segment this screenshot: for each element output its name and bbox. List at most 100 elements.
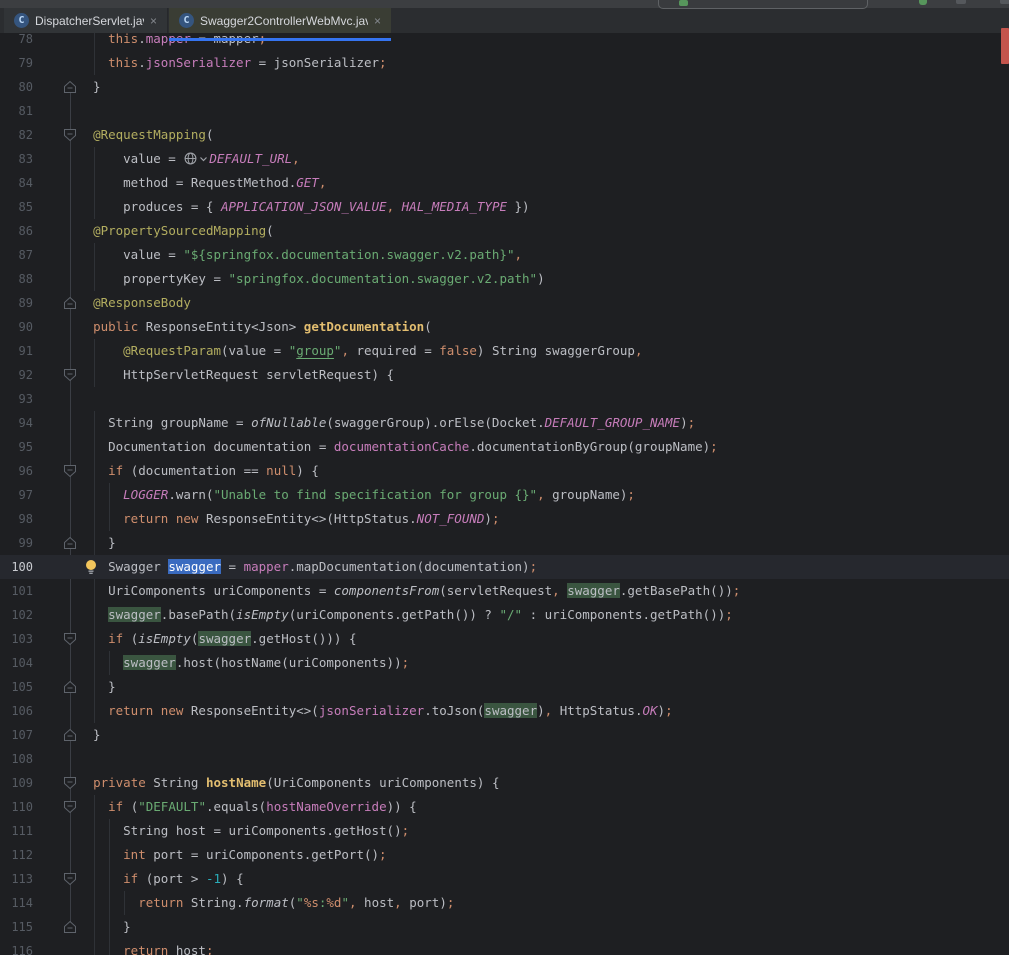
code-text: int port = uriComponents.getPort(); — [0, 843, 387, 867]
code-line[interactable]: 96 if (documentation == null) { — [0, 459, 1009, 483]
code-line[interactable]: 89 @ResponseBody — [0, 291, 1009, 315]
code-text: swagger.host(hostName(uriComponents)); — [0, 651, 409, 675]
code-rows: 78 this.mapper = mapper;79 this.jsonSeri… — [0, 33, 1009, 955]
code-line[interactable]: 110 if ("DEFAULT".equals(hostNameOverrid… — [0, 795, 1009, 819]
status-dot-icon — [919, 0, 927, 5]
code-line[interactable]: 105 } — [0, 675, 1009, 699]
code-text — [0, 387, 78, 411]
code-text: method = RequestMethod.GET, — [0, 171, 326, 195]
class-icon: C — [14, 13, 29, 28]
code-line[interactable]: 95 Documentation documentation = documen… — [0, 435, 1009, 459]
code-text: HttpServletRequest servletRequest) { — [0, 363, 394, 387]
code-text: if (isEmpty(swagger.getHost())) { — [0, 627, 357, 651]
code-line[interactable]: 98 return new ResponseEntity<>(HttpStatu… — [0, 507, 1009, 531]
ide-window: { "toolbar": { "run_box_value": "", "sta… — [0, 0, 1009, 955]
close-icon[interactable]: × — [150, 15, 157, 27]
code-line[interactable]: 101 UriComponents uriComponents = compon… — [0, 579, 1009, 603]
code-text: } — [0, 675, 116, 699]
close-icon[interactable]: × — [374, 15, 381, 27]
code-line[interactable]: 109 private String hostName(UriComponent… — [0, 771, 1009, 795]
code-text: if ("DEFAULT".equals(hostNameOverride)) … — [0, 795, 417, 819]
code-line[interactable]: 97 LOGGER.warn("Unable to find specifica… — [0, 483, 1009, 507]
chevron-down-icon[interactable] — [199, 152, 208, 165]
code-text: Documentation documentation = documentat… — [0, 435, 718, 459]
code-line[interactable]: 79 this.jsonSerializer = jsonSerializer; — [0, 51, 1009, 75]
code-text: String groupName = ofNullable(swaggerGro… — [0, 411, 695, 435]
code-text: UriComponents uriComponents = components… — [0, 579, 740, 603]
code-line[interactable]: 107 } — [0, 723, 1009, 747]
code-text: } — [0, 531, 116, 555]
code-text: produces = { APPLICATION_JSON_VALUE, HAL… — [0, 195, 530, 219]
code-text: propertyKey = "springfox.documentation.s… — [0, 267, 545, 291]
code-line[interactable]: 111 String host = uriComponents.getHost(… — [0, 819, 1009, 843]
code-line[interactable]: 83 value = DEFAULT_URL, — [0, 147, 1009, 171]
code-text — [0, 747, 78, 771]
code-line[interactable]: 87 value = "${springfox.documentation.sw… — [0, 243, 1009, 267]
code-text — [0, 99, 78, 123]
scrollbar-error-stripe-mark[interactable] — [1001, 28, 1009, 64]
code-text: this.jsonSerializer = jsonSerializer; — [0, 51, 387, 75]
code-line[interactable]: 113 if (port > -1) { — [0, 867, 1009, 891]
editor-tab-bar: C DispatcherServlet.java × C Swagger2Con… — [0, 8, 1009, 33]
code-line[interactable]: 116 return host; — [0, 939, 1009, 955]
tab-swagger2controllerwebmvc[interactable]: C Swagger2ControllerWebMvc.java × — [169, 8, 391, 33]
code-text: if (documentation == null) { — [0, 459, 319, 483]
tab-dispatcherservlet[interactable]: C DispatcherServlet.java × — [4, 8, 168, 33]
code-text: this.mapper = mapper; — [0, 33, 266, 51]
code-text: return String.format("%s:%d", host, port… — [0, 891, 454, 915]
code-text: swagger.basePath(isEmpty(uriComponents.g… — [0, 603, 733, 627]
code-text: Swagger swagger = mapper.mapDocumentatio… — [0, 555, 537, 579]
class-icon: C — [179, 13, 194, 28]
code-line[interactable]: 84 method = RequestMethod.GET, — [0, 171, 1009, 195]
code-line[interactable]: 94 String groupName = ofNullable(swagger… — [0, 411, 1009, 435]
code-text: String host = uriComponents.getHost(); — [0, 819, 409, 843]
code-text: private String hostName(UriComponents ur… — [0, 771, 499, 795]
code-line[interactable]: 93 — [0, 387, 1009, 411]
code-line[interactable]: 115 } — [0, 915, 1009, 939]
main-toolbar — [0, 0, 1009, 8]
code-text: return host; — [0, 939, 213, 955]
code-line[interactable]: 81 — [0, 99, 1009, 123]
code-line[interactable]: 80 } — [0, 75, 1009, 99]
code-line[interactable]: 114 return String.format("%s:%d", host, … — [0, 891, 1009, 915]
code-line[interactable]: 86 @PropertySourcedMapping( — [0, 219, 1009, 243]
run-configuration-box[interactable] — [658, 0, 868, 9]
code-text: LOGGER.warn("Unable to find specificatio… — [0, 483, 635, 507]
tab-label: DispatcherServlet.java — [35, 14, 144, 28]
code-line[interactable]: 104 swagger.host(hostName(uriComponents)… — [0, 651, 1009, 675]
code-text: @PropertySourcedMapping( — [0, 219, 274, 243]
code-line[interactable]: 91 @RequestParam(value = "group", requir… — [0, 339, 1009, 363]
code-line[interactable]: 90 public ResponseEntity<Json> getDocume… — [0, 315, 1009, 339]
code-line[interactable]: 112 int port = uriComponents.getPort(); — [0, 843, 1009, 867]
tab-label: Swagger2ControllerWebMvc.java — [200, 14, 368, 28]
code-line[interactable]: 100 Swagger swagger = mapper.mapDocument… — [0, 555, 1009, 579]
code-line[interactable]: 92 HttpServletRequest servletRequest) { — [0, 363, 1009, 387]
code-text: } — [0, 915, 131, 939]
code-line[interactable]: 103 if (isEmpty(swagger.getHost())) { — [0, 627, 1009, 651]
code-line[interactable]: 102 swagger.basePath(isEmpty(uriComponen… — [0, 603, 1009, 627]
code-text: if (port > -1) { — [0, 867, 244, 891]
code-text: return new ResponseEntity<>(jsonSerializ… — [0, 699, 673, 723]
code-line[interactable]: 99 } — [0, 531, 1009, 555]
code-text: } — [0, 75, 101, 99]
code-text: @RequestMapping( — [0, 123, 213, 147]
code-text: return new ResponseEntity<>(HttpStatus.N… — [0, 507, 499, 531]
code-text: @ResponseBody — [0, 291, 191, 315]
code-text: @RequestParam(value = "group", required … — [0, 339, 643, 363]
code-line[interactable]: 88 propertyKey = "springfox.documentatio… — [0, 267, 1009, 291]
toolbar-icon[interactable] — [956, 0, 966, 4]
code-line[interactable]: 78 this.mapper = mapper; — [0, 33, 1009, 51]
web-reference-icon[interactable] — [184, 152, 197, 165]
code-line[interactable]: 106 return new ResponseEntity<>(jsonSeri… — [0, 699, 1009, 723]
code-text: public ResponseEntity<Json> getDocumenta… — [0, 315, 432, 339]
code-line[interactable]: 85 produces = { APPLICATION_JSON_VALUE, … — [0, 195, 1009, 219]
code-text: value = "${springfox.documentation.swagg… — [0, 243, 522, 267]
code-text: value = DEFAULT_URL, — [0, 147, 300, 171]
code-line[interactable]: 82 @RequestMapping( — [0, 123, 1009, 147]
toolbar-icon[interactable] — [1000, 0, 1009, 4]
code-editor[interactable]: 78 this.mapper = mapper;79 this.jsonSeri… — [0, 33, 1009, 955]
run-icon — [679, 0, 688, 6]
active-tab-underline — [169, 38, 391, 41]
code-line[interactable]: 108 — [0, 747, 1009, 771]
code-text: } — [0, 723, 101, 747]
